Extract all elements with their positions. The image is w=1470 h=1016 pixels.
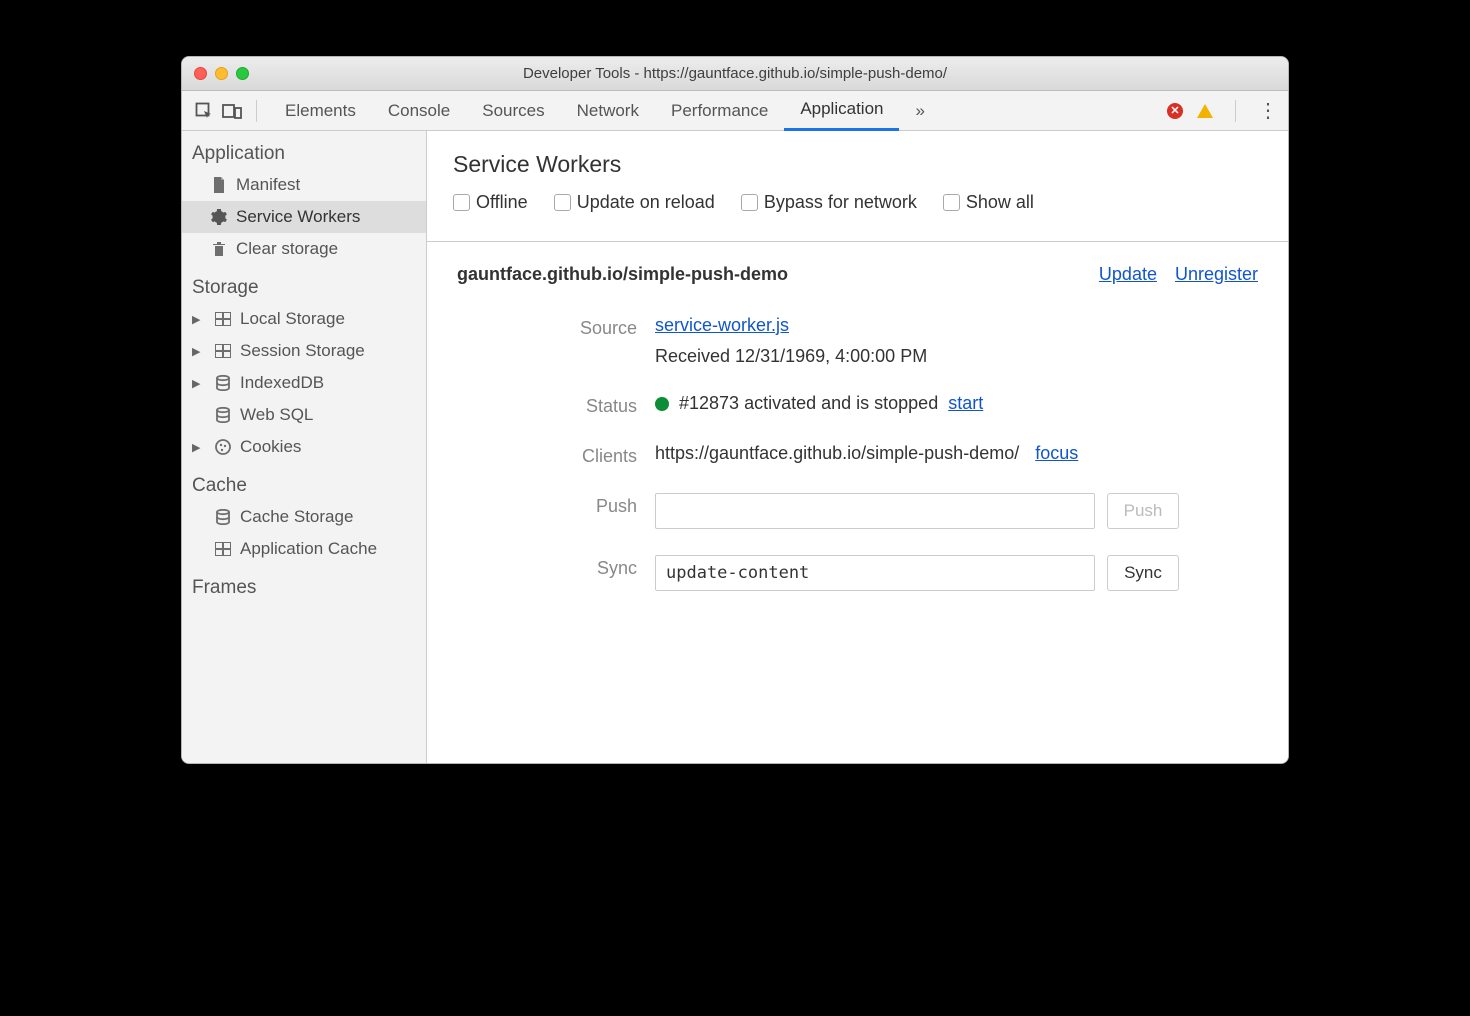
unregister-link[interactable]: Unregister [1175,264,1258,285]
inspect-element-icon[interactable] [192,99,216,123]
devtools-window: Developer Tools - https://gauntface.gith… [181,56,1289,764]
sidebar-item-label: Web SQL [240,405,313,425]
trash-icon [210,240,228,258]
service-workers-panel: Service Workers Offline Update on reload… [427,131,1288,763]
sidebar-item-label: Cookies [240,437,301,457]
database-icon [214,406,232,424]
sync-label: Sync [457,555,637,579]
checkbox-label: Show all [966,192,1034,213]
tab-network[interactable]: Network [561,91,655,131]
checkbox-label: Update on reload [577,192,715,213]
sync-input[interactable] [655,555,1095,591]
tab-console[interactable]: Console [372,91,466,131]
sidebar-item-label: Application Cache [240,539,377,559]
expand-caret-icon[interactable]: ▶ [192,313,202,326]
database-icon [214,508,232,526]
panel-body: Application Manifest Service Workers Cle… [182,131,1288,763]
zoom-window-button[interactable] [236,67,249,80]
application-sidebar: Application Manifest Service Workers Cle… [182,131,427,763]
tab-performance[interactable]: Performance [655,91,784,131]
table-icon [214,342,232,360]
sidebar-item-clear-storage[interactable]: Clear storage [182,233,426,265]
checkbox-update-on-reload[interactable]: Update on reload [554,192,715,213]
sidebar-item-manifest[interactable]: Manifest [182,169,426,201]
sidebar-item-session-storage[interactable]: ▶ Session Storage [182,335,426,367]
database-icon [214,374,232,392]
document-icon [210,176,228,194]
sidebar-item-label: Service Workers [236,207,360,227]
device-toolbar-icon[interactable] [220,99,244,123]
table-icon [214,310,232,328]
warning-badge-icon[interactable] [1197,104,1213,118]
sidebar-item-cache-storage[interactable]: ▶ Cache Storage [182,501,426,533]
tabs-overflow[interactable]: » [899,91,940,131]
status-text: #12873 activated and is stopped [679,393,938,414]
push-input[interactable] [655,493,1095,529]
status-label: Status [457,393,637,417]
sidebar-item-application-cache[interactable]: ▶ Application Cache [182,533,426,565]
separator [256,100,257,122]
sidebar-section-application: Application [182,131,426,169]
sync-button[interactable]: Sync [1107,555,1179,591]
client-url: https://gauntface.github.io/simple-push-… [655,443,1019,464]
sidebar-item-label: Session Storage [240,341,365,361]
push-label: Push [457,493,637,517]
tab-elements[interactable]: Elements [269,91,372,131]
panel-checkboxes: Offline Update on reload Bypass for netw… [453,192,1262,225]
close-window-button[interactable] [194,67,207,80]
sidebar-item-label: Manifest [236,175,300,195]
sidebar-item-indexeddb[interactable]: ▶ IndexedDB [182,367,426,399]
status-indicator-icon [655,397,669,411]
cookie-icon [214,438,232,456]
more-menu-icon[interactable]: ⋮ [1258,98,1278,123]
window-title: Developer Tools - https://gauntface.gith… [182,65,1288,82]
table-icon [214,540,232,558]
window-controls [194,67,249,80]
minimize-window-button[interactable] [215,67,228,80]
push-button[interactable]: Push [1107,493,1179,529]
source-received: Received 12/31/1969, 4:00:00 PM [655,346,1258,367]
sidebar-item-service-workers[interactable]: Service Workers [182,201,426,233]
expand-caret-icon[interactable]: ▶ [192,441,202,454]
sidebar-item-websql[interactable]: ▶ Web SQL [182,399,426,431]
sidebar-item-local-storage[interactable]: ▶ Local Storage [182,303,426,335]
gear-icon [210,208,228,226]
sidebar-item-label: Local Storage [240,309,345,329]
sidebar-section-frames: Frames [182,565,426,603]
error-badge-icon[interactable]: ✕ [1167,103,1183,119]
service-worker-registration: gauntface.github.io/simple-push-demo Upd… [427,242,1288,621]
sidebar-item-label: Clear storage [236,239,338,259]
sidebar-section-cache: Cache [182,463,426,501]
checkbox-label: Offline [476,192,528,213]
sidebar-section-storage: Storage [182,265,426,303]
tab-sources[interactable]: Sources [466,91,560,131]
sidebar-item-label: Cache Storage [240,507,353,527]
panel-title: Service Workers [453,151,1262,178]
sidebar-item-cookies[interactable]: ▶ Cookies [182,431,426,463]
panel-tabs: Elements Console Sources Network Perform… [269,91,941,131]
status-start-link[interactable]: start [948,393,983,414]
expand-caret-icon[interactable]: ▶ [192,377,202,390]
source-file-link[interactable]: service-worker.js [655,315,1258,336]
separator [1235,100,1236,122]
tab-application[interactable]: Application [784,91,899,131]
sidebar-item-label: IndexedDB [240,373,324,393]
registration-origin: gauntface.github.io/simple-push-demo [457,264,788,285]
client-focus-link[interactable]: focus [1035,443,1078,464]
toolbar-right: ✕ ⋮ [1167,98,1278,123]
devtools-toolbar: Elements Console Sources Network Perform… [182,91,1288,131]
checkbox-label: Bypass for network [764,192,917,213]
clients-label: Clients [457,443,637,467]
source-label: Source [457,315,637,339]
expand-caret-icon[interactable]: ▶ [192,345,202,358]
checkbox-show-all[interactable]: Show all [943,192,1034,213]
window-titlebar: Developer Tools - https://gauntface.gith… [182,57,1288,91]
checkbox-bypass-for-network[interactable]: Bypass for network [741,192,917,213]
update-link[interactable]: Update [1099,264,1157,285]
checkbox-offline[interactable]: Offline [453,192,528,213]
